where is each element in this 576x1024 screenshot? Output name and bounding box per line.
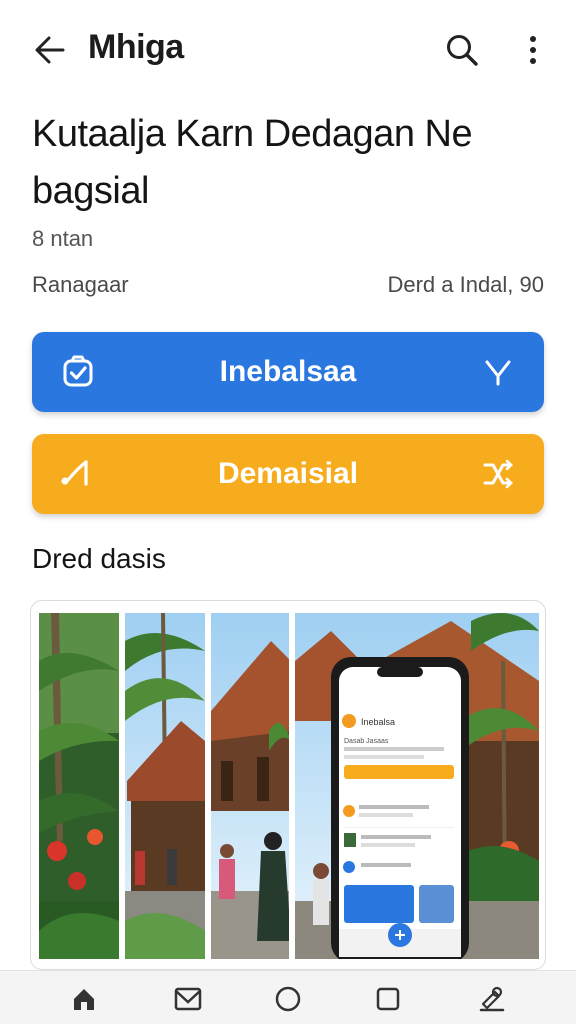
arrow-left-icon [35,36,65,64]
nav-person-edit[interactable] [474,981,510,1017]
primary-action-button[interactable]: Inebalsaa [32,332,544,412]
nav-circle[interactable] [270,981,306,1017]
route-icon [58,454,98,494]
home-icon [74,989,94,1010]
meta-location: Derd a Indal, 90 [387,272,544,297]
shuffle-icon [480,456,516,492]
page-subtitle: 8 ntan [32,226,94,251]
phone-header-subtitle: Dasab Jasaas [344,738,389,745]
gallery-illustration: Inebalsa Dasab Jasaas [39,613,539,959]
circle-icon [275,986,301,1012]
more-vertical-icon [530,36,536,64]
secondary-action-label: Demaisial [217,457,359,490]
bottom-navigation [0,970,576,1024]
page-title: Kutaalja Karn Dedagan Ne bagsial [32,113,473,212]
secondary-action-button[interactable]: Demaisial [32,434,544,514]
meta-category: Ranagaar [32,272,129,297]
search-button[interactable] [442,30,482,70]
square-icon [376,987,400,1011]
nav-mail[interactable] [170,981,206,1017]
shield-check-icon [58,352,98,392]
nav-square[interactable] [370,981,406,1017]
person-edit-icon [479,986,505,1012]
gallery-card[interactable]: Inebalsa Dasab Jasaas [30,600,546,970]
section-title: Dred dasis [32,543,166,574]
nav-home[interactable] [66,981,102,1017]
app-bar-title: Mhiga [88,28,184,66]
app-bar: Mhiga [0,0,576,100]
back-button[interactable] [30,30,70,70]
phone-header-title: Inebalsa [361,717,395,727]
more-options-button[interactable] [516,30,550,70]
primary-action-label: Inebalsaa [219,355,357,388]
search-icon [447,35,478,66]
chevron-down-icon [480,354,516,390]
mail-icon [174,987,202,1011]
